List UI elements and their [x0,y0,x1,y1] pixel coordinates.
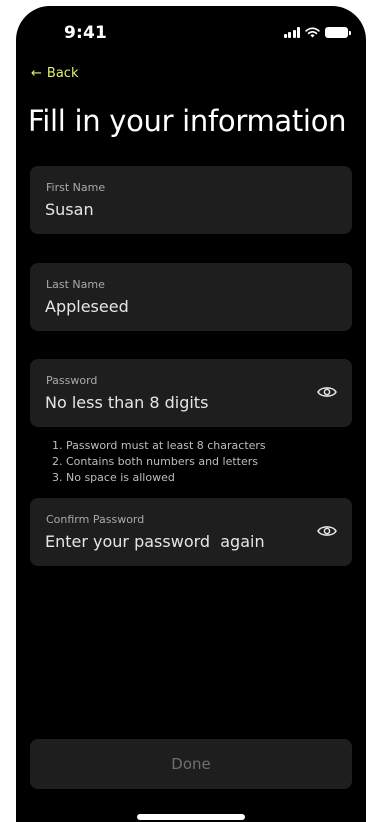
back-button[interactable]: ← Back [31,66,78,81]
cellular-signal-icon [283,27,300,38]
password-placeholder[interactable]: No less than 8 digits [45,393,208,412]
last-name-label: Last Name [46,278,105,291]
confirm-password-label: Confirm Password [46,513,145,526]
phone-screen: 9:41 ← Back Fill in your information Fir… [16,6,366,822]
confirm-password-placeholder[interactable]: Enter your password again [45,532,265,551]
first-name-value[interactable]: Susan [45,200,94,219]
status-bar: 9:41 [16,6,366,50]
first-name-label: First Name [46,181,106,194]
password-rule: 3. No space is allowed [52,471,175,484]
arrow-left-icon: ← [31,66,42,81]
eye-icon[interactable] [317,385,337,399]
first-name-field[interactable]: First Name Susan [30,166,352,234]
password-label: Password [46,374,98,387]
wifi-icon [305,27,320,38]
password-rule: 2. Contains both numbers and letters [52,455,258,468]
last-name-field[interactable]: Last Name Appleseed [30,263,352,331]
home-indicator[interactable] [137,814,245,820]
status-time: 9:41 [64,23,108,43]
back-label: Back [46,66,79,81]
done-button[interactable]: Done [30,739,352,789]
password-rules: 1. Password must at least 8 characters 2… [52,438,266,486]
status-icons [283,27,351,38]
page-title: Fill in your information [28,104,347,138]
battery-icon [325,27,351,38]
eye-icon[interactable] [317,524,337,538]
password-rule: 1. Password must at least 8 characters [52,439,266,452]
password-field[interactable]: Password No less than 8 digits [30,359,352,427]
last-name-value[interactable]: Appleseed [45,297,129,316]
confirm-password-field[interactable]: Confirm Password Enter your password aga… [30,498,352,566]
